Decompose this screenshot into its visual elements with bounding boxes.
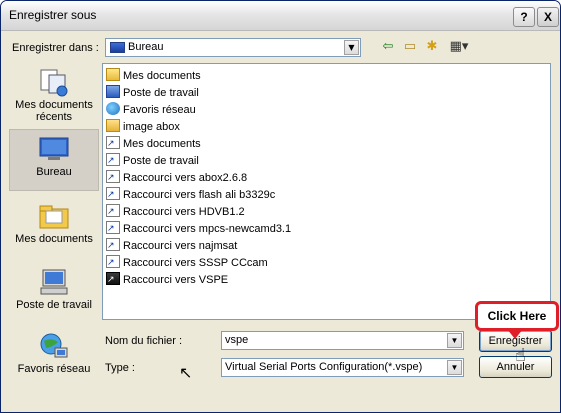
list-item[interactable]: Raccourci vers najmsat bbox=[106, 237, 238, 254]
hand-cursor-icon: ☝ bbox=[515, 345, 526, 366]
save-in-dropdown[interactable]: Bureau ▼ bbox=[105, 38, 361, 57]
file-name: Raccourci vers flash ali b3329c bbox=[123, 189, 276, 201]
place-my-computer[interactable]: Poste de travail bbox=[9, 263, 99, 325]
list-item[interactable]: Favoris réseau bbox=[106, 102, 196, 118]
chevron-down-icon[interactable]: ▼ bbox=[344, 40, 359, 55]
save-as-dialog: Enregistrer sous ? X Enregistrer dans : … bbox=[0, 0, 561, 413]
folder-icon bbox=[106, 119, 120, 132]
vspe-shortcut-icon bbox=[106, 271, 120, 287]
file-name: Raccourci vers HDVB1.2 bbox=[123, 206, 245, 218]
file-name: Raccourci vers najmsat bbox=[123, 240, 238, 252]
file-name: Favoris réseau bbox=[123, 104, 196, 116]
list-item[interactable]: Raccourci vers flash ali b3329c bbox=[106, 186, 276, 203]
network-places-icon bbox=[106, 102, 120, 115]
my-documents-icon bbox=[106, 68, 120, 81]
file-name: Mes documents bbox=[123, 138, 201, 150]
save-in-label: Enregistrer dans : bbox=[12, 42, 99, 54]
arrow-cursor-icon: ↖ bbox=[179, 363, 193, 382]
file-name: Raccourci vers SSSP CCcam bbox=[123, 257, 268, 269]
recent-documents-icon bbox=[40, 69, 68, 97]
list-item[interactable]: image abox bbox=[106, 119, 180, 135]
place-my-documents[interactable]: Mes documents bbox=[9, 197, 99, 259]
place-recent-documents[interactable]: Mes documents récents bbox=[9, 63, 99, 125]
file-name: Mes documents bbox=[123, 70, 201, 82]
my-documents-icon bbox=[39, 205, 69, 229]
filename-label: Nom du fichier : bbox=[105, 335, 183, 347]
list-item[interactable]: Raccourci vers HDVB1.2 bbox=[106, 203, 245, 220]
place-label: Poste de travail bbox=[16, 299, 92, 311]
chevron-down-icon[interactable]: ▼ bbox=[447, 333, 462, 348]
list-item[interactable]: Raccourci vers SSSP CCcam bbox=[106, 254, 268, 271]
window-title: Enregistrer sous bbox=[9, 8, 97, 22]
network-places-icon bbox=[40, 333, 68, 358]
file-type-value: Virtual Serial Ports Configuration(*.vsp… bbox=[225, 361, 423, 373]
filename-value: vspe bbox=[225, 334, 249, 346]
file-name: Raccourci vers VSPE bbox=[123, 274, 229, 286]
shortcut-icon bbox=[106, 152, 120, 168]
callout-pointer bbox=[507, 329, 523, 339]
place-network[interactable]: Favoris réseau bbox=[9, 327, 99, 389]
type-label: Type : bbox=[105, 362, 135, 374]
place-label: Bureau bbox=[36, 166, 72, 178]
file-type-select[interactable]: Virtual Serial Ports Configuration(*.vsp… bbox=[221, 358, 464, 377]
back-arrow-icon[interactable]: ⇦ bbox=[379, 39, 397, 55]
my-computer-icon bbox=[40, 269, 68, 295]
file-name: Poste de travail bbox=[123, 155, 199, 167]
shortcut-icon bbox=[106, 254, 120, 270]
new-folder-icon[interactable]: ✱ bbox=[423, 39, 441, 55]
help-button[interactable]: ? bbox=[513, 7, 535, 27]
file-list[interactable]: Mes documents Poste de travail Favoris r… bbox=[102, 63, 551, 320]
shortcut-icon bbox=[106, 169, 120, 185]
desktop-icon bbox=[39, 137, 69, 160]
shortcut-icon bbox=[106, 186, 120, 202]
desktop-icon bbox=[110, 42, 125, 53]
list-item[interactable]: Raccourci vers abox2.6.8 bbox=[106, 169, 248, 186]
place-desktop[interactable]: Bureau bbox=[9, 129, 99, 191]
close-button[interactable]: X bbox=[537, 7, 559, 27]
up-folder-icon[interactable]: ▭ bbox=[401, 39, 419, 55]
file-name: Raccourci vers abox2.6.8 bbox=[123, 172, 248, 184]
place-label: Favoris réseau bbox=[17, 363, 91, 375]
list-item[interactable]: Raccourci vers VSPE bbox=[106, 271, 229, 288]
list-item[interactable]: Raccourci vers mpcs-newcamd3.1 bbox=[106, 220, 292, 237]
list-item[interactable]: Mes documents bbox=[106, 68, 201, 84]
shortcut-icon bbox=[106, 237, 120, 253]
click-here-callout: Click Here bbox=[475, 301, 559, 331]
filename-field[interactable]: vspe ▼ bbox=[221, 331, 464, 350]
file-name: Raccourci vers mpcs-newcamd3.1 bbox=[123, 223, 292, 235]
shortcut-icon bbox=[106, 220, 120, 236]
chevron-down-icon[interactable]: ▼ bbox=[447, 360, 462, 375]
shortcut-icon bbox=[106, 135, 120, 151]
place-label: Mes documents bbox=[15, 233, 93, 245]
list-item[interactable]: Poste de travail bbox=[106, 152, 199, 169]
shortcut-icon bbox=[106, 203, 120, 219]
view-menu-icon[interactable]: ▦▾ bbox=[447, 39, 471, 55]
save-in-value: Bureau bbox=[128, 41, 164, 53]
list-item[interactable]: Poste de travail bbox=[106, 85, 199, 101]
file-name: Poste de travail bbox=[123, 87, 199, 99]
places-bar: Mes documents récents Bureau Mes documen… bbox=[9, 63, 99, 405]
file-name: image abox bbox=[123, 121, 180, 133]
place-label: Mes documents récents bbox=[15, 99, 93, 123]
list-item[interactable]: Mes documents bbox=[106, 135, 201, 152]
title-bar: Enregistrer sous ? X bbox=[1, 1, 560, 31]
my-computer-icon bbox=[106, 85, 120, 98]
